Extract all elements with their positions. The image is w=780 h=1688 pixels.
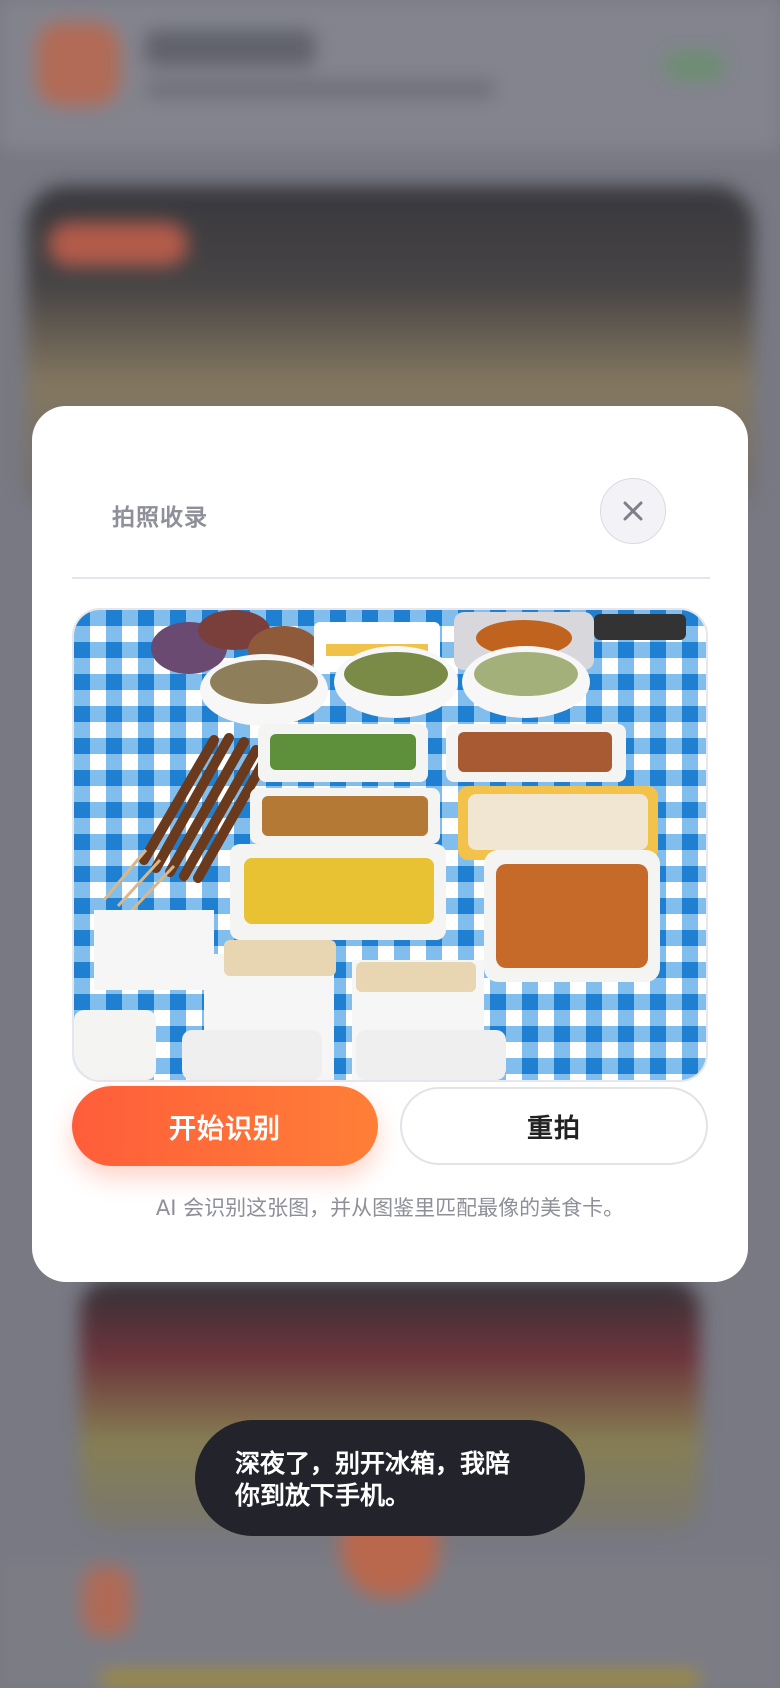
recognition-hint: AI 会识别这张图，并从图鉴里匹配最像的美食卡。	[155, 1196, 625, 1220]
start-recognition-button[interactable]: 开始识别	[72, 1086, 378, 1166]
close-button[interactable]	[600, 478, 666, 544]
divider	[72, 577, 710, 579]
toast-message: 深夜了，别开冰箱，我陪 你到放下手机。	[195, 1420, 585, 1536]
retake-button[interactable]: 重拍	[400, 1087, 708, 1165]
food-photo-image	[74, 610, 706, 1080]
modal-title: 拍照收录	[112, 505, 208, 531]
toast-line-1: 深夜了，别开冰箱，我陪	[235, 1449, 511, 1478]
close-icon	[623, 501, 643, 521]
toast-line-2: 你到放下手机。	[235, 1481, 411, 1510]
captured-photo	[72, 608, 708, 1082]
photo-capture-modal: 拍照收录 开始识别 重拍 AI 会识别这张图，并从图鉴里匹配最像的美食卡。	[32, 406, 748, 1282]
